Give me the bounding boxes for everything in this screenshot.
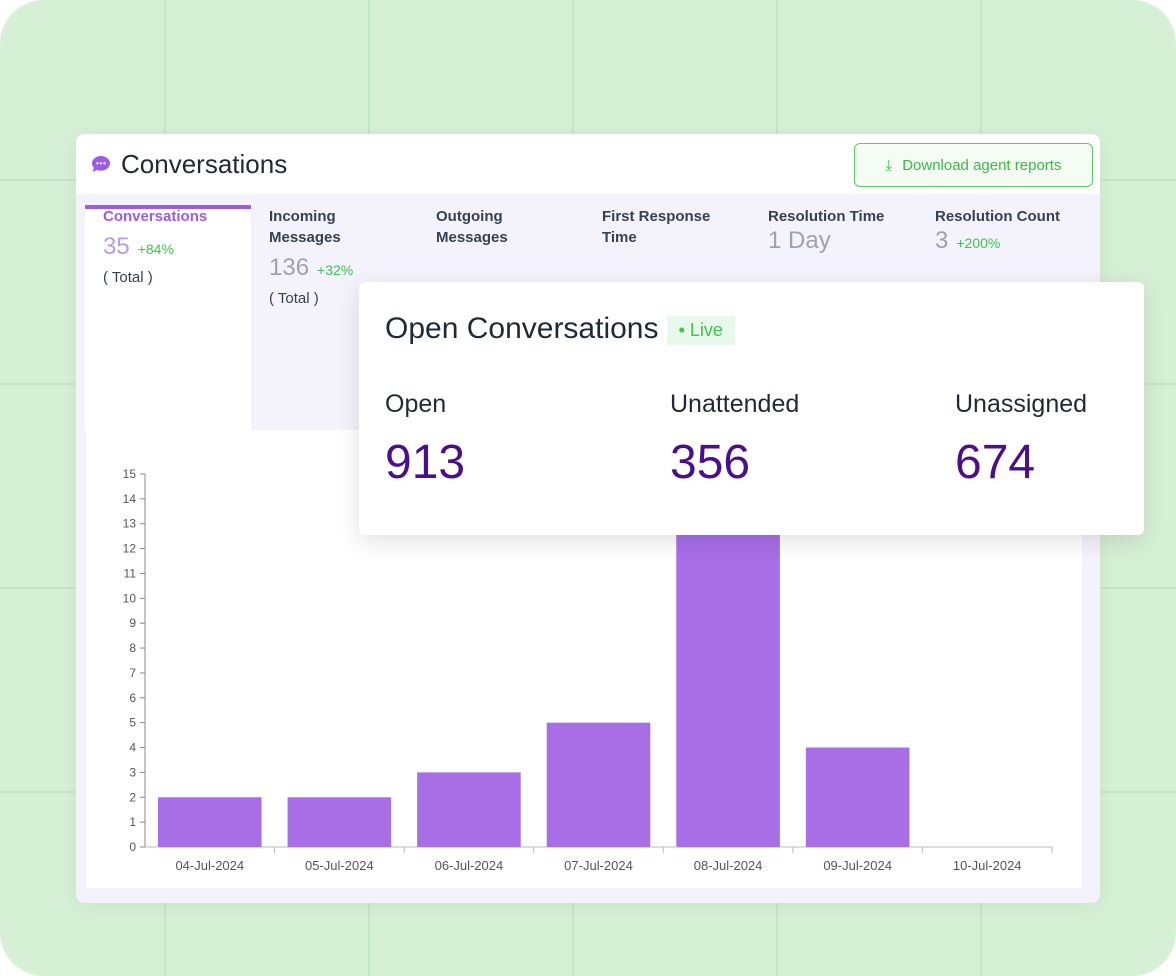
stat-open: Open 913 (385, 390, 465, 490)
x-tick-label: 05-Jul-2024 (305, 858, 374, 873)
y-tick-label: 1 (129, 815, 136, 829)
y-tick-label: 5 (129, 716, 136, 730)
tab-value: 35 (103, 233, 130, 260)
panel-title: Open Conversations (385, 312, 659, 345)
y-tick-label: 9 (129, 616, 136, 630)
x-tick-label: 08-Jul-2024 (694, 858, 763, 873)
tab-label: Incoming Messages (269, 208, 341, 246)
download-label: Download agent reports (902, 156, 1062, 174)
x-tick-label: 07-Jul-2024 (564, 858, 633, 873)
bar (676, 498, 780, 847)
tab-change: +200% (956, 235, 1001, 251)
bar (417, 772, 521, 847)
tab-change: +32% (317, 262, 354, 278)
open-conversations-panel: Open Conversations • Live Open 913 Unatten… (359, 282, 1144, 535)
y-tick-label: 13 (123, 517, 137, 531)
bar (158, 797, 262, 847)
y-tick-label: 8 (129, 641, 136, 655)
chat-bubble-icon (92, 156, 110, 172)
tab-sub: ( Total ) (103, 269, 153, 286)
y-tick-label: 7 (129, 666, 136, 680)
tab-value: 3 (935, 227, 949, 254)
tab-value: 1 Day (768, 227, 831, 254)
y-tick-label: 2 (129, 790, 136, 804)
y-tick-label: 6 (129, 691, 136, 705)
stat-value: 674 (955, 436, 1036, 489)
tab-resolution-time[interactable]: Resolution Time 1 Day (768, 206, 928, 255)
x-tick-label: 10-Jul-2024 (953, 858, 1022, 873)
tab-change: +84% (137, 241, 174, 257)
stat-value: 913 (385, 436, 466, 489)
bar (805, 747, 910, 847)
download-icon: ⤓ (885, 156, 893, 174)
y-tick-label: 3 (129, 765, 136, 779)
bar (287, 797, 392, 847)
live-label: Live (689, 319, 723, 340)
x-tick-label: 04-Jul-2024 (175, 858, 244, 873)
live-badge: • Live (666, 315, 735, 345)
tab-label: Conversations (103, 208, 208, 225)
stat-label: Open (385, 390, 447, 418)
bar (546, 722, 651, 847)
stat-label: Unassigned (955, 390, 1088, 418)
y-tick-label: 11 (124, 566, 137, 580)
stat-value: 356 (670, 436, 751, 489)
y-tick-label: 4 (129, 741, 136, 755)
download-agent-reports-button[interactable]: ⤓ Download agent reports (854, 143, 1093, 187)
tab-label: Outgoing Messages (436, 208, 508, 246)
page-title: Conversations (121, 149, 288, 179)
card-header: Conversations ⤓ Download agent reports (76, 134, 1100, 194)
stat-unassigned: Unassigned 674 (955, 390, 1087, 490)
y-tick-label: 15 (123, 467, 137, 481)
tab-label: Resolution Time (768, 208, 885, 225)
y-tick-label: 0 (129, 840, 136, 854)
tab-value: 136 (269, 254, 310, 281)
stat-unattended: Unattended 356 (670, 390, 799, 490)
tab-resolution-count[interactable]: Resolution Count 3 +200% (935, 206, 1095, 255)
tab-label: First Response Time (602, 208, 711, 246)
y-tick-label: 10 (123, 591, 137, 605)
x-tick-label: 06-Jul-2024 (435, 858, 504, 873)
tab-first-response-time[interactable]: First Response Time (602, 206, 732, 248)
y-tick-label: 14 (123, 492, 137, 506)
x-tick-label: 09-Jul-2024 (823, 858, 892, 873)
tab-label: Resolution Count (935, 208, 1060, 225)
tab-outgoing-messages[interactable]: Outgoing Messages (436, 206, 546, 248)
y-tick-label: 12 (123, 542, 137, 556)
tab-conversations[interactable]: Conversations 35 +84% ( Total ) (103, 206, 263, 286)
stat-label: Unattended (670, 390, 800, 418)
